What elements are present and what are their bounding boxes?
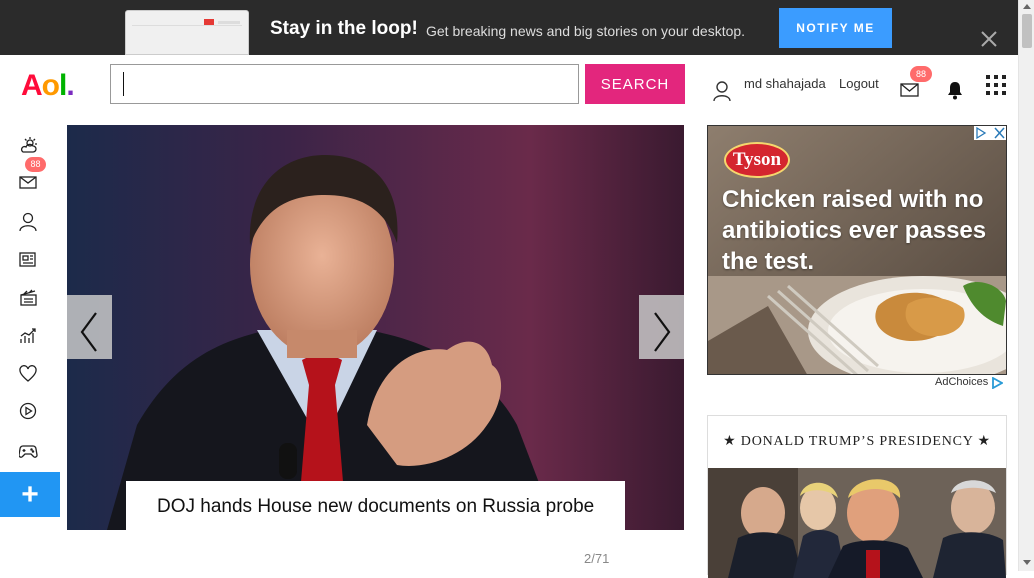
scroll-up-arrow-icon[interactable] bbox=[1023, 4, 1031, 9]
mail-icon[interactable] bbox=[19, 175, 39, 195]
presidency-image[interactable] bbox=[708, 468, 1006, 578]
lifestyle-heart-icon[interactable] bbox=[19, 365, 39, 385]
scrollbar-thumb[interactable] bbox=[1022, 14, 1032, 48]
carousel-prev-button[interactable] bbox=[67, 295, 112, 359]
add-button[interactable]: + bbox=[0, 472, 60, 517]
logo-letter: . bbox=[66, 69, 74, 102]
notify-me-button[interactable]: NOTIFY ME bbox=[779, 8, 892, 48]
logo-letter: l bbox=[59, 69, 67, 102]
user-icon[interactable] bbox=[19, 212, 39, 232]
slide-counter: 2/71 bbox=[584, 551, 610, 566]
presidency-card[interactable]: ★ DONALD TRUMP’S PRESIDENCY ★ bbox=[707, 415, 1007, 578]
desktop-preview-image bbox=[125, 10, 249, 55]
mail-icon[interactable] bbox=[900, 82, 920, 98]
chevron-left-icon bbox=[80, 312, 97, 352]
adchoices-icon[interactable] bbox=[991, 376, 1004, 390]
search-button[interactable]: SEARCH bbox=[585, 64, 685, 104]
news-carousel-image[interactable] bbox=[67, 125, 684, 530]
search-input[interactable] bbox=[110, 64, 579, 104]
video-play-icon[interactable] bbox=[19, 402, 39, 422]
news-icon[interactable] bbox=[19, 251, 39, 271]
text-caret bbox=[123, 72, 124, 96]
ad-headline: Chicken raised with no antibiotics ever … bbox=[722, 186, 987, 275]
ad-info-close-icons[interactable] bbox=[974, 126, 1006, 140]
scroll-down-arrow-icon[interactable] bbox=[1023, 560, 1031, 565]
scrollbar[interactable] bbox=[1018, 0, 1034, 571]
card-title[interactable]: ★ DONALD TRUMP’S PRESIDENCY ★ bbox=[708, 433, 1006, 450]
adchoices-link[interactable]: AdChoices bbox=[935, 376, 988, 388]
promo-banner: Stay in the loop! Get breaking news and … bbox=[0, 0, 1018, 55]
tyson-logo: Tyson bbox=[724, 142, 790, 178]
headline-link[interactable]: DOJ hands House new documents on Russia … bbox=[157, 496, 594, 518]
chevron-right-icon bbox=[654, 312, 671, 352]
user-icon[interactable] bbox=[712, 80, 732, 102]
logo-letter: o bbox=[41, 69, 60, 102]
finance-icon[interactable] bbox=[19, 327, 39, 347]
mail-count-badge: 88 bbox=[910, 66, 932, 82]
games-controller-icon[interactable] bbox=[18, 442, 39, 462]
logout-link[interactable]: Logout bbox=[839, 76, 879, 91]
notifications-bell-icon[interactable] bbox=[946, 80, 964, 100]
weather-icon[interactable] bbox=[19, 136, 39, 156]
tyson-ad[interactable]: Tyson Chicken raised with no antibiotics… bbox=[707, 125, 1007, 375]
logo-letter: A bbox=[21, 69, 43, 102]
mail-count-badge: 88 bbox=[25, 157, 46, 172]
promo-text: Get breaking news and big stories on you… bbox=[426, 23, 746, 39]
close-icon[interactable] bbox=[978, 28, 1000, 50]
entertainment-icon[interactable] bbox=[19, 289, 39, 309]
apps-grid-icon[interactable] bbox=[986, 75, 1006, 95]
carousel-next-button[interactable] bbox=[639, 295, 684, 359]
username-link[interactable]: md shahajada bbox=[744, 76, 826, 91]
promo-title: Stay in the loop! bbox=[270, 18, 418, 39]
aol-logo[interactable]: Aol. bbox=[21, 69, 75, 103]
